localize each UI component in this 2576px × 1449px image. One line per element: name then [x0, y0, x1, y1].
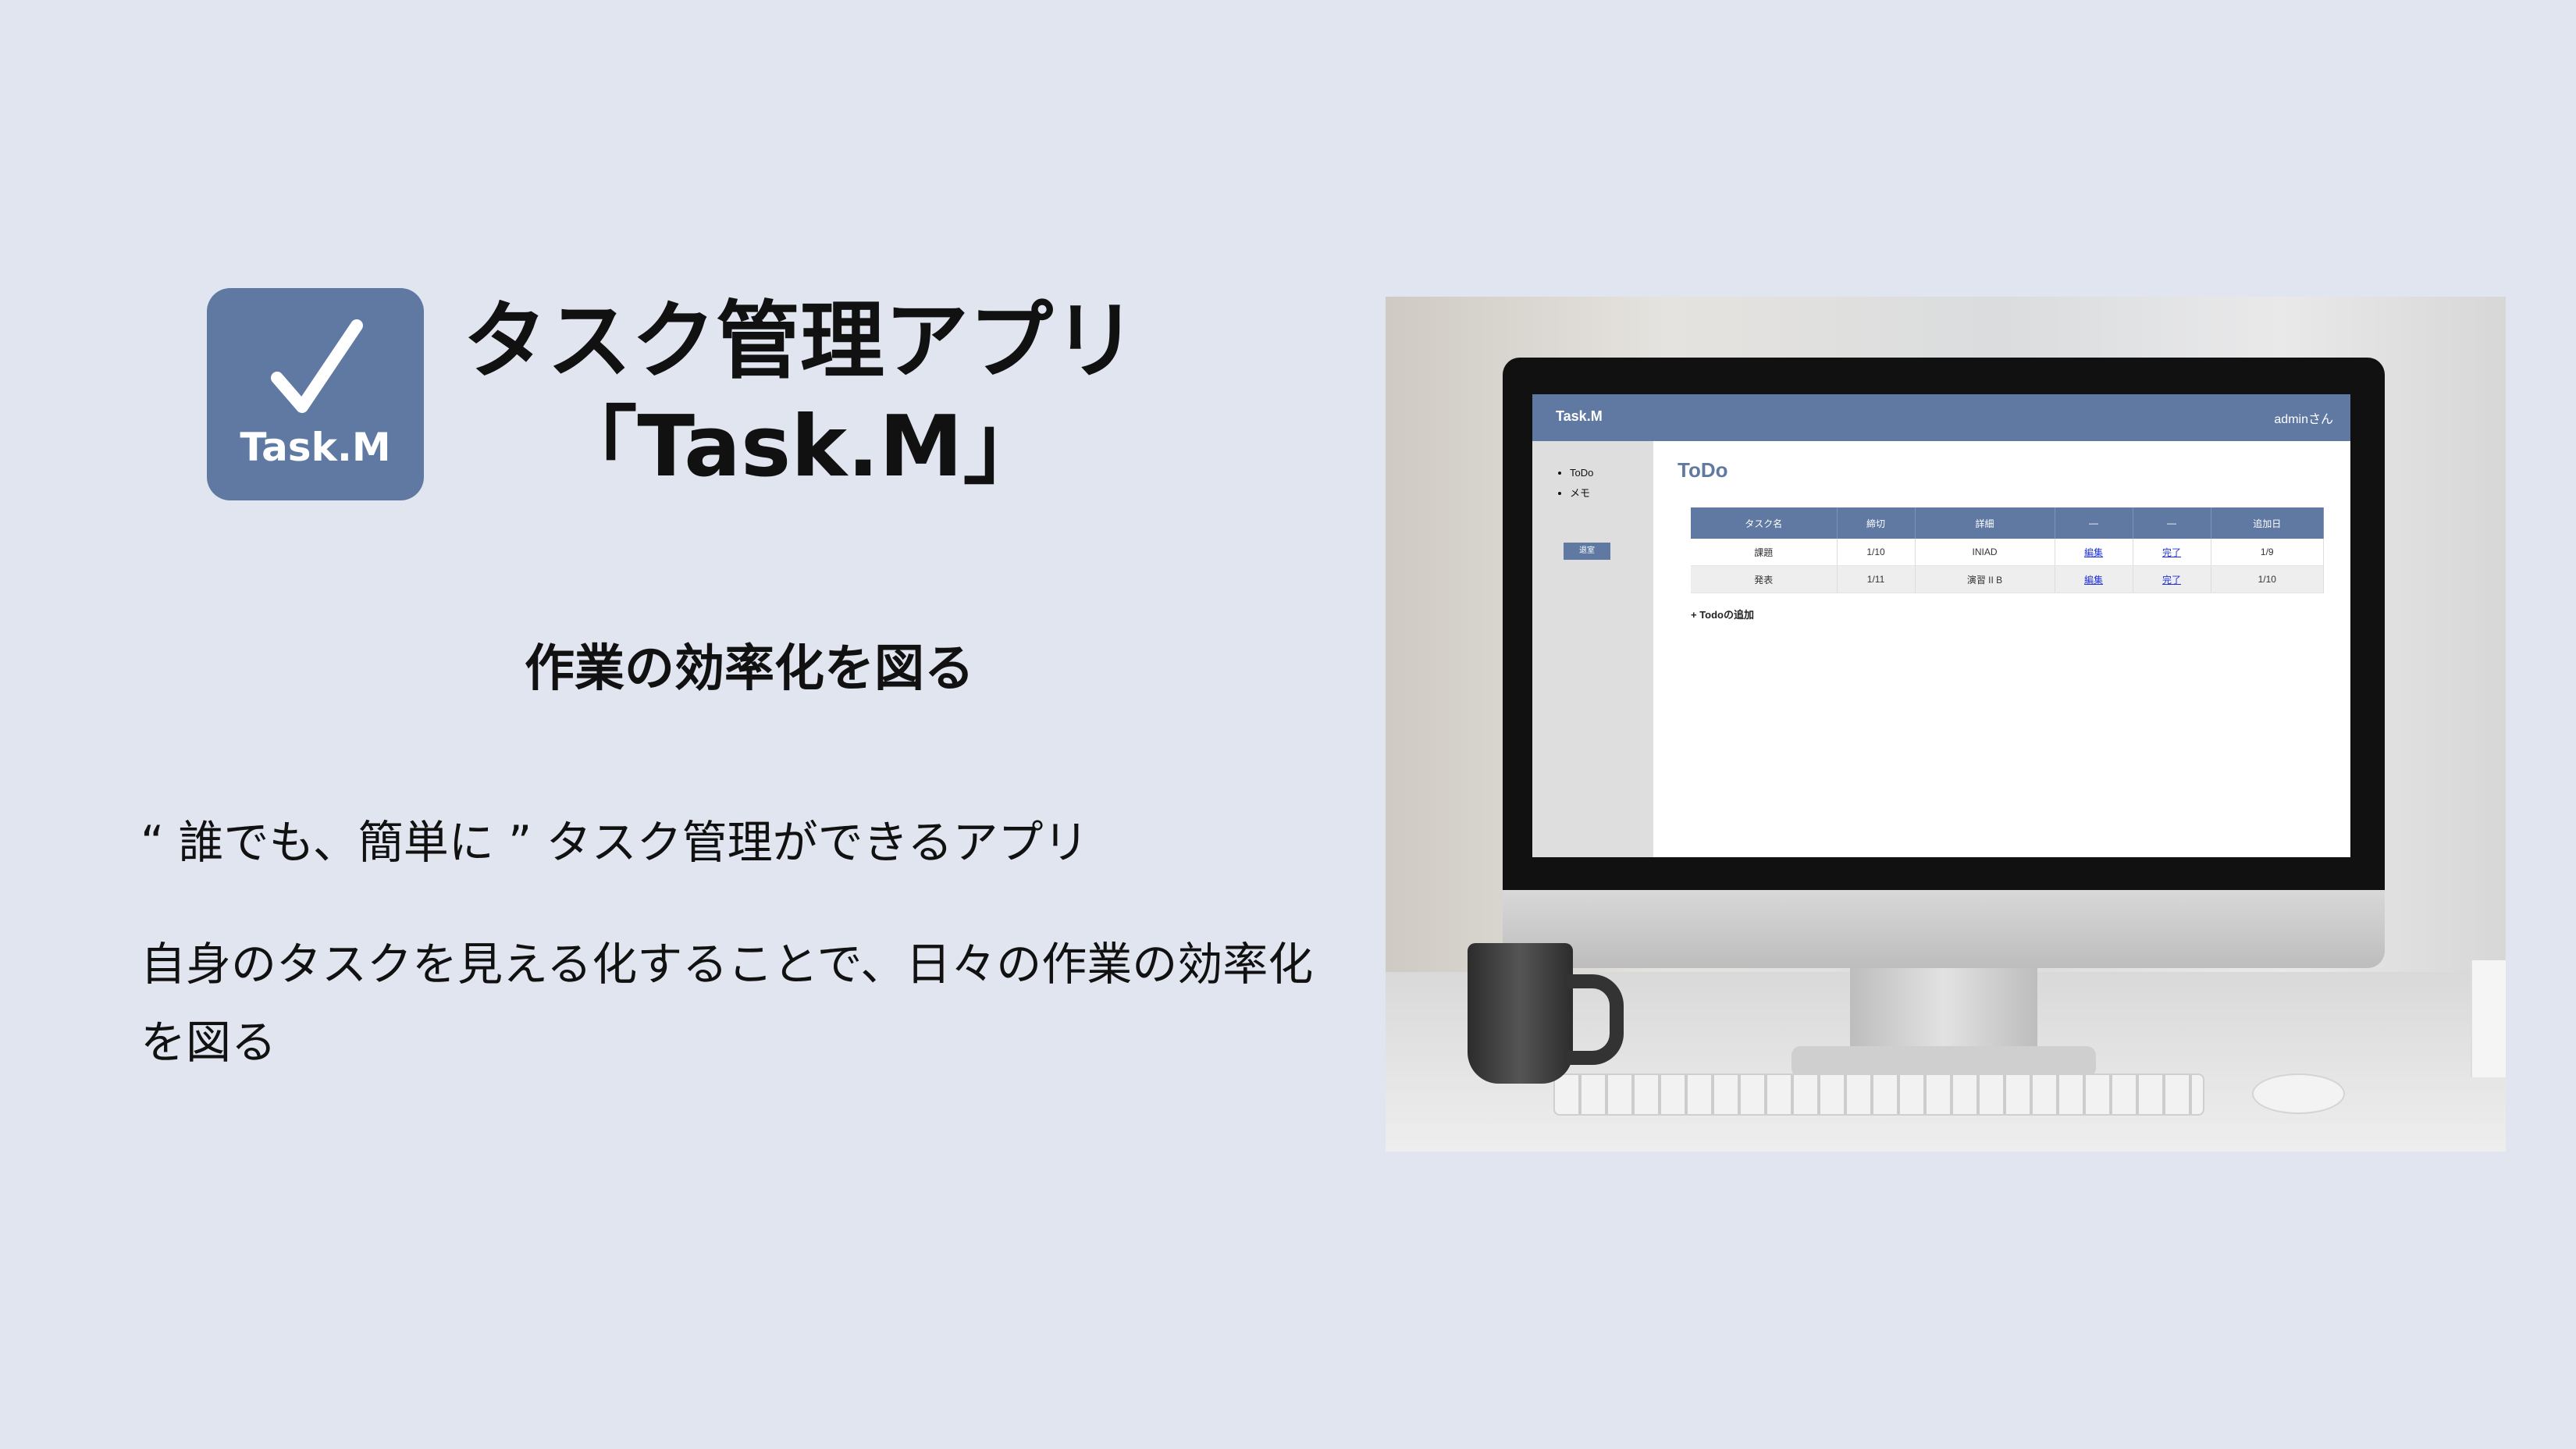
description-line-2: 自身のタスクを見える化することで、日々の作業の効率化を図る: [141, 938, 1314, 1069]
sidebar-item-memo[interactable]: メモ: [1570, 483, 1653, 504]
app-screen: Task.M adminさん ToDo メモ 退室 ToDo タスク名 締切 詳…: [1532, 394, 2350, 857]
cell-added-date: 1/10: [2211, 565, 2325, 593]
app-brand[interactable]: Task.M: [1556, 408, 1603, 425]
app-logo: Task.M: [207, 288, 424, 500]
mug: [1468, 943, 1573, 1084]
subtitle: 作業の効率化を図る: [525, 640, 974, 698]
edit-link[interactable]: 編集: [2084, 575, 2103, 586]
cell-task-name: 課題: [1691, 539, 1838, 566]
table-header-row: タスク名 締切 詳細 — — 追加日: [1691, 507, 2325, 539]
logout-button[interactable]: 退室: [1564, 543, 1610, 560]
header-complete: —: [2133, 507, 2211, 539]
title-line-1: タスク管理アプリ: [462, 293, 1137, 390]
cell-complete: 完了: [2133, 539, 2211, 566]
checkmark-icon: [271, 319, 363, 413]
mouse: [2252, 1073, 2345, 1114]
cell-task-name: 発表: [1691, 565, 1838, 593]
title-line-2: 「Task.M」: [553, 398, 1048, 496]
logo-text: Task.M: [240, 425, 391, 470]
header-edit: —: [2055, 507, 2133, 539]
product-photo: Task.M adminさん ToDo メモ 退室 ToDo タスク名 締切 詳…: [1386, 297, 2506, 1152]
mug-handle: [1567, 974, 1624, 1065]
cell-deadline: 1/10: [1837, 539, 1916, 566]
app-header: Task.M adminさん: [1532, 394, 2350, 441]
keyboard: [1553, 1073, 2204, 1116]
page-title: タスク管理アプリ 「Task.M」: [461, 289, 1140, 500]
cell-detail: INIAD: [1915, 539, 2055, 566]
todo-table: タスク名 締切 詳細 — — 追加日 課題 1/10 INIAD 編集 完了 1…: [1691, 507, 2325, 593]
header-deadline: 締切: [1837, 507, 1916, 539]
cell-edit: 編集: [2055, 565, 2133, 593]
cell-edit: 編集: [2055, 539, 2133, 566]
description-line-1: “ 誰でも、簡単に ” タスク管理ができるアプリ: [141, 816, 1089, 869]
header-added-date: 追加日: [2211, 507, 2325, 539]
monitor-chin: [1503, 890, 2385, 968]
table-row: 課題 1/10 INIAD 編集 完了 1/9: [1691, 539, 2325, 566]
todo-title: ToDo: [1678, 458, 1728, 482]
header-task-name: タスク名: [1691, 507, 1838, 539]
monitor-stand-base: [1791, 1046, 2096, 1077]
edit-link[interactable]: 編集: [2084, 547, 2103, 558]
header-detail: 詳細: [1915, 507, 2055, 539]
add-todo-link[interactable]: + Todoの追加: [1691, 607, 1754, 621]
user-name: adminさん: [2274, 413, 2333, 426]
table-row: 発表 1/11 演習 II B 編集 完了 1/10: [1691, 565, 2325, 593]
cell-added-date: 1/9: [2211, 539, 2325, 566]
sidebar-item-todo[interactable]: ToDo: [1570, 463, 1653, 483]
cell-complete: 完了: [2133, 565, 2211, 593]
cell-deadline: 1/11: [1837, 565, 1916, 593]
complete-link[interactable]: 完了: [2162, 575, 2181, 586]
complete-link[interactable]: 完了: [2162, 547, 2181, 558]
cell-detail: 演習 II B: [1915, 565, 2055, 593]
app-sidebar: ToDo メモ 退室: [1532, 441, 1653, 857]
pencil-cup: [2471, 960, 2506, 1077]
